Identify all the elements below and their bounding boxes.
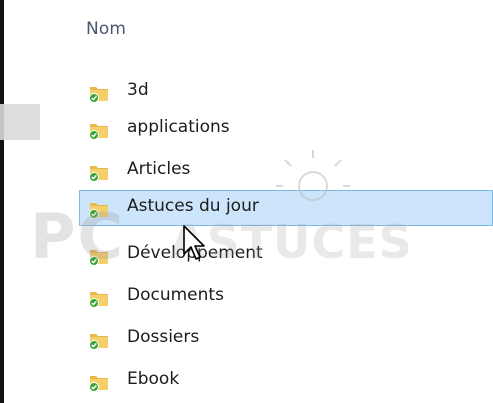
folder-sync-icon (89, 124, 108, 140)
folder-row-developpement[interactable]: Développement (82, 237, 493, 273)
folder-sync-icon (89, 166, 108, 182)
folder-sync-icon (89, 87, 108, 103)
folder-name: Documents (127, 285, 224, 305)
folder-sync-icon (89, 334, 108, 350)
folder-row-articles[interactable]: Articles (82, 153, 493, 189)
mouse-cursor-icon (183, 225, 205, 260)
folder-name: Dossiers (127, 327, 200, 347)
folder-name: 3d (127, 80, 149, 100)
folder-row-3d[interactable]: 3d (82, 74, 493, 110)
folder-name: applications (127, 117, 230, 137)
folder-name: Astuces du jour (127, 196, 259, 216)
folder-sync-icon (89, 203, 108, 219)
folder-row-applications[interactable]: applications (82, 111, 493, 147)
file-explorer-pane: Nom 3d applications Articles Astuces du … (0, 0, 493, 403)
watermark-bar (0, 104, 40, 140)
folder-sync-icon (89, 292, 108, 308)
name-column-header[interactable]: Nom (86, 19, 126, 39)
pane-divider (0, 0, 4, 403)
folder-name: Ebook (127, 369, 180, 389)
folder-name: Articles (127, 159, 191, 179)
folder-sync-icon (89, 376, 108, 392)
folder-row-astuces-du-jour[interactable]: Astuces du jour (79, 190, 493, 226)
folder-row-documents[interactable]: Documents (82, 279, 493, 315)
folder-sync-icon (89, 250, 108, 266)
folder-row-dossiers[interactable]: Dossiers (82, 321, 493, 357)
folder-row-ebook[interactable]: Ebook (82, 363, 493, 399)
